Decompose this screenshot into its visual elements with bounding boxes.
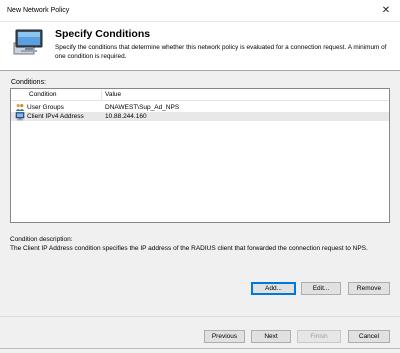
- column-header-value[interactable]: Value: [105, 91, 121, 98]
- next-button[interactable]: Next: [251, 330, 291, 343]
- condition-description-text: The Client IP Address condition specifie…: [10, 245, 368, 252]
- list-item[interactable]: User Groups DNAWEST\Sup_Ad_NPS: [11, 103, 389, 112]
- conditions-label: Conditions:: [11, 79, 47, 86]
- previous-button[interactable]: Previous: [204, 330, 245, 343]
- title-bar: New Network Policy ✕: [0, 0, 400, 22]
- list-item-selected[interactable]: Client IPv4 Address 10.88.244.160: [11, 112, 389, 121]
- list-header: Condition Value: [11, 89, 389, 101]
- page-title: Specify Conditions: [55, 28, 151, 40]
- condition-value: DNAWEST\Sup_Ad_NPS: [105, 104, 180, 111]
- conditions-list[interactable]: Condition Value User Groups DNAWEST\Sup_…: [10, 88, 390, 223]
- window-title: New Network Policy: [7, 7, 70, 14]
- condition-value: 10.88.244.160: [105, 113, 147, 120]
- wizard-header: Specify Conditions Specify the condition…: [0, 22, 400, 70]
- condition-name: User Groups: [27, 104, 64, 111]
- edit-button[interactable]: Edit...: [301, 282, 341, 295]
- condition-description-label: Condition description:: [10, 236, 73, 243]
- page-description: Specify the conditions that determine wh…: [55, 44, 387, 60]
- finish-button[interactable]: Finish: [297, 330, 341, 343]
- client-computer-icon: [15, 112, 25, 121]
- add-button[interactable]: Add...: [251, 282, 296, 295]
- cancel-button[interactable]: Cancel: [348, 330, 390, 343]
- column-divider[interactable]: [101, 90, 102, 100]
- user-groups-icon: [15, 104, 25, 111]
- remove-button[interactable]: Remove: [348, 282, 390, 295]
- condition-name: Client IPv4 Address: [27, 113, 84, 120]
- footer-divider: [0, 316, 400, 317]
- window-bottom-edge: [0, 348, 400, 349]
- network-policy-icon: [13, 29, 43, 55]
- column-header-condition[interactable]: Condition: [29, 91, 56, 98]
- close-icon[interactable]: ✕: [378, 3, 394, 19]
